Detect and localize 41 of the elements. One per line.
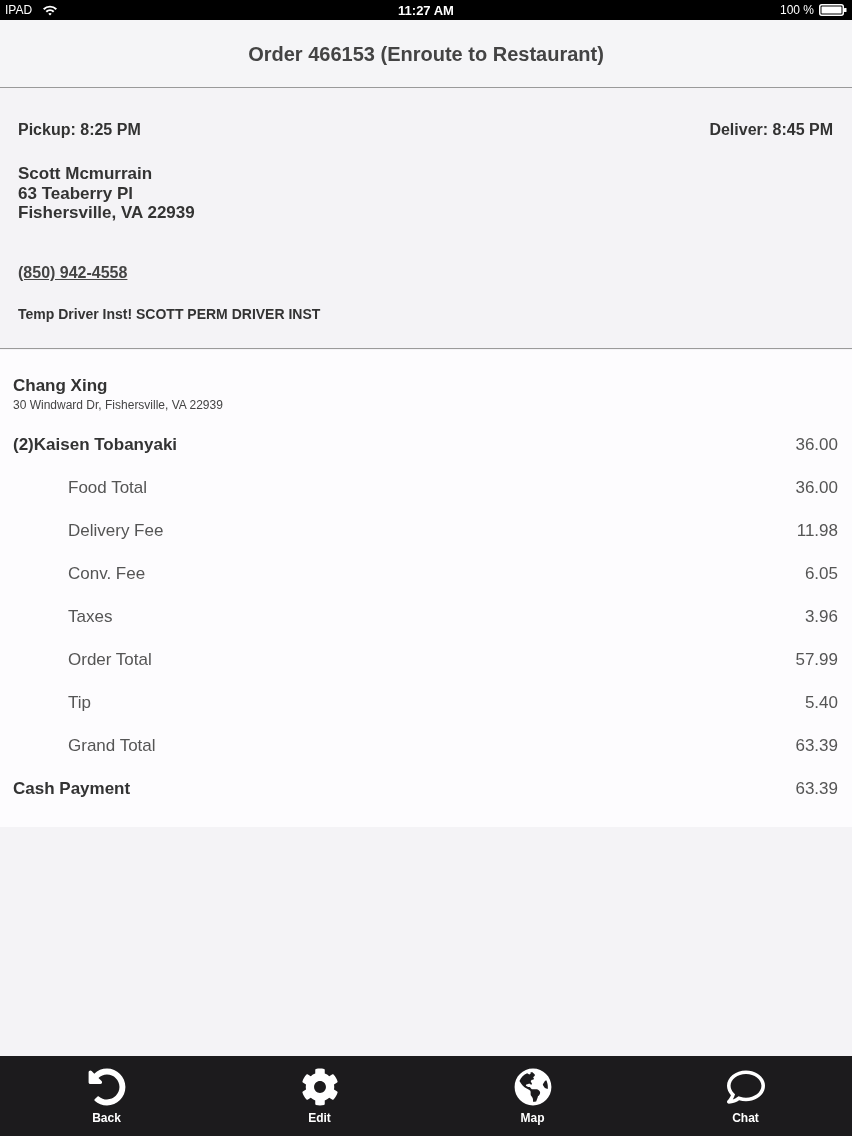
line-amount: 3.96: [804, 606, 838, 629]
undo-arrow-icon: [87, 1068, 126, 1106]
speech-bubble-icon: [726, 1068, 765, 1106]
tab-button[interactable]: Chat: [639, 1056, 852, 1136]
tab-button[interactable]: Edit: [213, 1056, 426, 1136]
line-label: Tip: [68, 692, 91, 715]
customer-address-line: Fishersville, VA 22939: [18, 203, 195, 223]
gear-icon: [300, 1068, 339, 1106]
tab-button[interactable]: Back: [0, 1056, 213, 1136]
restaurant-name: Chang Xing: [13, 375, 108, 396]
line-amount: 6.05: [804, 563, 838, 586]
line-amount: 5.40: [804, 692, 838, 715]
battery-icon: [819, 4, 847, 16]
device-label: IPAD: [5, 4, 33, 16]
line-label: Grand Total: [68, 735, 156, 758]
line-label: Cash Payment: [13, 778, 131, 801]
line-amount: 63.39: [795, 778, 838, 801]
order-title: Order 466153 (Enroute to Restaurant): [248, 41, 604, 67]
line-amount: 63.39: [795, 735, 838, 758]
line-label: Delivery Fee: [68, 520, 164, 543]
phone-link[interactable]: (850) 942-4558: [18, 260, 128, 285]
pickup-time: Pickup: 8:25 PM: [18, 120, 141, 140]
line-amount: 11.98: [796, 520, 838, 543]
restaurant-address: 30 Windward Dr, Fishersville, VA 22939: [13, 397, 223, 412]
line-amount: 36.00: [795, 434, 838, 457]
line-amount: 36.00: [795, 477, 838, 500]
wifi-icon: [42, 4, 59, 16]
line-amount: 57.99: [795, 649, 838, 672]
status-time: 11:27 AM: [398, 3, 454, 17]
deliver-time: Deliver: 8:45 PM: [709, 120, 833, 140]
globe-icon: [513, 1068, 552, 1106]
line-label: Order Total: [68, 649, 152, 672]
line-label: (2)Kaisen Tobanyaki: [13, 434, 178, 457]
line-label: Taxes: [68, 606, 113, 629]
line-label: Food Total: [68, 477, 148, 500]
customer-address-line: 63 Teaberry Pl: [18, 183, 133, 203]
customer-name: Scott Mcmurrain: [18, 164, 153, 184]
driver-instructions: Temp Driver Inst! SCOTT PERM DRIVER INST: [18, 305, 321, 324]
line-label: Conv. Fee: [68, 563, 146, 586]
battery-percent: 100 %: [779, 4, 814, 16]
tab-button[interactable]: Map: [426, 1056, 639, 1136]
